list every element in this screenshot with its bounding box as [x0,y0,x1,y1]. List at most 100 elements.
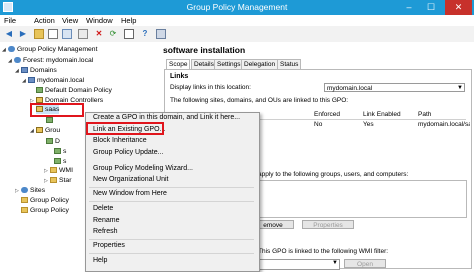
context-menu: Create a GPO in this domain, and Link it… [85,112,260,272]
delete-icon[interactable]: ✕ [94,29,104,39]
gpm-icon [8,46,15,53]
tree-domain[interactable]: ◢ mydomain.local [22,76,84,85]
tab-delegation[interactable]: Delegation [241,59,279,69]
tab-details[interactable]: Details [191,59,217,69]
tree-gp-results[interactable]: Group Policy [21,206,69,215]
tree-item-s2[interactable]: s [54,157,66,166]
gpo-link-icon [36,87,43,94]
tree-gp-modeling-label: Group Policy [30,197,69,204]
console-icon[interactable] [156,29,166,39]
title-bar: Group Policy Management – ☐ ✕ [0,0,474,15]
menu-window[interactable]: Window [86,16,113,25]
back-icon[interactable]: ◀ [4,29,14,39]
menu-item-gp-update[interactable]: Group Policy Update... [93,148,163,158]
highlight-box-link-existing [86,122,164,135]
menu-item-refresh[interactable]: Refresh [93,227,118,237]
open-button[interactable]: Open [344,259,386,268]
col-link-enabled[interactable]: Link Enabled [363,111,401,118]
sites-icon [21,187,28,194]
menu-file[interactable]: File [4,16,16,25]
menu-separator [89,187,254,188]
close-button[interactable]: ✕ [445,0,472,15]
links-description: The following sites, domains, and OUs ar… [170,97,349,104]
copy-icon[interactable] [62,29,72,39]
gpo-icon [54,148,61,155]
display-links-value: mydomain.local [327,85,373,92]
refresh-icon[interactable]: ⟳ [108,29,118,39]
tree-root[interactable]: ◢ Group Policy Management [2,45,97,54]
menu-help[interactable]: Help [121,16,136,25]
menu-item-new-ou[interactable]: New Organizational Unit [93,175,168,185]
export-icon[interactable] [124,29,134,39]
menu-view[interactable]: View [62,16,78,25]
tree-default-policy[interactable]: Default Domain Policy [36,86,112,95]
display-links-label: Display links in this location: [170,84,251,91]
tab-settings[interactable]: Settings [214,59,244,69]
tree-wmi-label: WMI [59,167,73,174]
row-enforced: No [314,121,323,128]
tree-starter-gpos[interactable]: ▷ Star [44,176,72,185]
gpo-title: software installation [163,45,246,55]
menu-action[interactable]: Action [34,16,55,25]
wmi-filter-combo[interactable]: ▼ [258,259,340,270]
row-link-enabled: Yes [363,121,374,128]
gpo-icon [46,138,53,145]
menu-item-rename[interactable]: Rename [93,216,119,226]
filtering-description: apply to the following groups, users, an… [258,171,409,178]
domains-icon [21,67,28,74]
forest-icon [14,57,21,64]
tree-gp-modeling[interactable]: Group Policy [21,196,69,205]
tree-sites[interactable]: ▷ Sites [15,186,45,195]
properties-button[interactable]: Properties [302,220,354,229]
tree-default-policy-label: Default Domain Policy [45,87,112,94]
folder-icon [50,177,57,184]
domain-icon [28,77,35,84]
tree-wmi-filters[interactable]: ▷ WMI [44,166,73,175]
tree-domains[interactable]: ◢ Domains [15,66,57,75]
links-header: Links [170,73,189,80]
minimize-button[interactable]: – [399,0,419,15]
menu-item-properties[interactable]: Properties [93,241,125,251]
folder-icon [50,167,57,174]
folder-icon[interactable] [34,29,44,39]
menu-item-help[interactable]: Help [93,256,107,266]
tree-starter-label: Star [59,177,72,184]
gpo-link-icon [46,117,53,124]
tab-status[interactable]: Status [277,59,302,69]
tree-group-ou-label: Grou [45,127,61,134]
tree-domain-label: mydomain.local [37,77,85,84]
maximize-button[interactable]: ☐ [421,0,441,15]
menu-separator [89,201,254,202]
tree-sites-label: Sites [30,187,46,194]
results-icon [21,207,28,214]
tree-forest[interactable]: ◢ Forest: mydomain.local [8,56,93,65]
paste-icon[interactable] [78,29,88,39]
gpo-icon [54,158,61,165]
ou-icon [36,127,43,134]
security-filtering-list[interactable] [258,180,467,218]
tree-group-ou[interactable]: ◢ Grou [30,126,61,135]
tree-root-label: Group Policy Management [17,46,98,53]
menu-item-modeling-wizard[interactable]: Group Policy Modeling Wizard... [93,164,193,174]
tree-item-s1[interactable]: s [54,147,66,156]
toolbar: ◀ ▶ ✕ ⟳ ? [0,26,474,43]
help-icon[interactable]: ? [140,29,150,39]
tree-gp-results-label: Group Policy [30,207,69,214]
menu-item-new-window[interactable]: New Window from Here [93,189,167,199]
tree-child-software[interactable] [46,116,55,125]
col-enforced[interactable]: Enforced [314,111,340,118]
tree-item-s1-label: s [63,148,67,155]
tree-item-s2-label: s [63,158,67,165]
modeling-icon [21,197,28,204]
menu-item-delete[interactable]: Delete [93,204,113,214]
forward-icon[interactable]: ▶ [18,29,28,39]
row-path: mydomain.local/saasps [418,121,470,128]
properties-icon[interactable] [48,29,58,39]
col-path[interactable]: Path [418,111,431,118]
tree-item-d-label: D [55,138,60,145]
chevron-down-icon: ▼ [332,260,338,266]
tree-item-d[interactable]: D [46,137,60,146]
tree-forest-label: Forest: mydomain.local [23,57,94,64]
display-links-combo[interactable]: mydomain.local ▼ [324,83,465,92]
menu-item-block-inheritance[interactable]: Block Inheritance [93,136,147,146]
